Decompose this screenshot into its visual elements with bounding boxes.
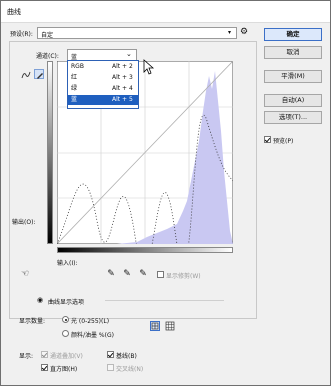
preset-value: 自定 xyxy=(41,32,54,39)
dialog-title: 曲线 xyxy=(7,8,21,16)
channel-menu-item-rgb[interactable]: RGB Alt + 2 xyxy=(68,62,138,72)
menu-item-label: 红 xyxy=(71,74,78,81)
show-label: 显示: xyxy=(19,353,34,360)
title-bar: 曲线 xyxy=(1,1,330,23)
cancel-button[interactable]: 取消 xyxy=(264,46,322,59)
input-label: 输入(I): xyxy=(57,260,78,267)
preset-label: 预设(R): xyxy=(10,31,33,38)
channel-dropdown-menu: RGB Alt + 2 红 Alt + 3 绿 Alt + 4 蓝 Alt + … xyxy=(67,60,139,109)
menu-item-shortcut: Alt + 2 xyxy=(112,63,133,70)
preview-label: 预览(P) xyxy=(273,138,294,145)
chevron-down-icon: ▾ xyxy=(228,29,232,36)
show-clipping-label: 显示修剪(W) xyxy=(166,273,201,280)
channel-label: 通道(C): xyxy=(36,53,59,60)
histogram-checkbox[interactable] xyxy=(41,364,48,371)
white-eyedropper-icon[interactable]: ✎ xyxy=(137,268,149,280)
auto-button[interactable]: 自动(A) xyxy=(264,94,322,107)
channel-menu-item-green[interactable]: 绿 Alt + 4 xyxy=(68,84,138,94)
pencil-icon xyxy=(37,73,43,79)
menu-item-label: RGB xyxy=(71,63,84,70)
mouse-cursor-icon xyxy=(143,59,155,75)
separator xyxy=(105,300,224,301)
preview-checkbox[interactable] xyxy=(264,136,271,143)
curves-dialog: 曲线 预设(R): 自定 ▾ ⚙ 确定 取消 平滑(M) 自动(A) 选项(T)… xyxy=(0,0,331,386)
curve-wave-icon xyxy=(21,71,31,79)
gray-eyedropper-icon[interactable]: ✎ xyxy=(121,268,133,280)
grid-large-icon xyxy=(165,321,175,331)
show-clipping-checkbox[interactable] xyxy=(157,271,164,278)
baseline-checkbox[interactable] xyxy=(107,351,114,358)
hand-tool-icon[interactable]: ☜ xyxy=(19,268,31,280)
menu-item-label: 蓝 xyxy=(71,96,78,103)
channel-menu-item-blue[interactable]: 蓝 Alt + 5 xyxy=(68,95,138,105)
channel-menu-item-red[interactable]: 红 Alt + 3 xyxy=(68,73,138,83)
preset-select[interactable]: 自定 ▾ xyxy=(37,27,237,39)
intersection-line-checkbox[interactable] xyxy=(107,364,114,371)
light-radio-label: 光 (0-255)(L) xyxy=(71,318,110,325)
curve-display-options-label: 曲线显示选项 xyxy=(48,299,85,306)
menu-item-shortcut: Alt + 5 xyxy=(112,96,133,103)
menu-item-shortcut: Alt + 3 xyxy=(112,74,133,81)
curve-point-tool-icon[interactable] xyxy=(20,69,31,79)
menu-item-label: 绿 xyxy=(71,85,78,92)
histogram-label: 直方图(H) xyxy=(50,366,78,373)
smooth-button[interactable]: 平滑(M) xyxy=(264,70,322,83)
pigment-radio[interactable] xyxy=(62,330,69,337)
pigment-radio-label: 颜料/油墨 %(G) xyxy=(71,332,114,339)
grid-small-icon xyxy=(151,322,159,330)
pencil-tool-icon[interactable] xyxy=(34,69,44,79)
grid-4x4-icon[interactable] xyxy=(150,321,160,331)
options-button[interactable]: 选项(T)... xyxy=(264,111,322,124)
intersection-line-label: 交叉线(N) xyxy=(116,366,144,373)
baseline-label: 基线(B) xyxy=(116,353,137,360)
expand-arrow-icon[interactable]: ◉ xyxy=(37,296,43,304)
gear-icon[interactable]: ⚙ xyxy=(240,27,248,37)
light-radio[interactable] xyxy=(62,316,69,323)
black-eyedropper-icon[interactable]: ✎ xyxy=(105,268,117,280)
menu-item-shortcut: Alt + 4 xyxy=(112,85,133,92)
show-amount-label: 显示数量: xyxy=(19,318,46,325)
channel-overlay-checkbox[interactable] xyxy=(41,351,48,358)
input-gradient-bar xyxy=(57,247,233,253)
ok-button[interactable]: 确定 xyxy=(264,28,322,41)
channel-overlay-label: 通道叠加(V) xyxy=(50,353,83,360)
output-gradient-bar xyxy=(47,61,53,244)
chevron-down-icon: ⌄ xyxy=(126,50,132,58)
grid-10x10-icon[interactable] xyxy=(165,321,175,331)
output-label: 输出(O): xyxy=(12,219,36,226)
